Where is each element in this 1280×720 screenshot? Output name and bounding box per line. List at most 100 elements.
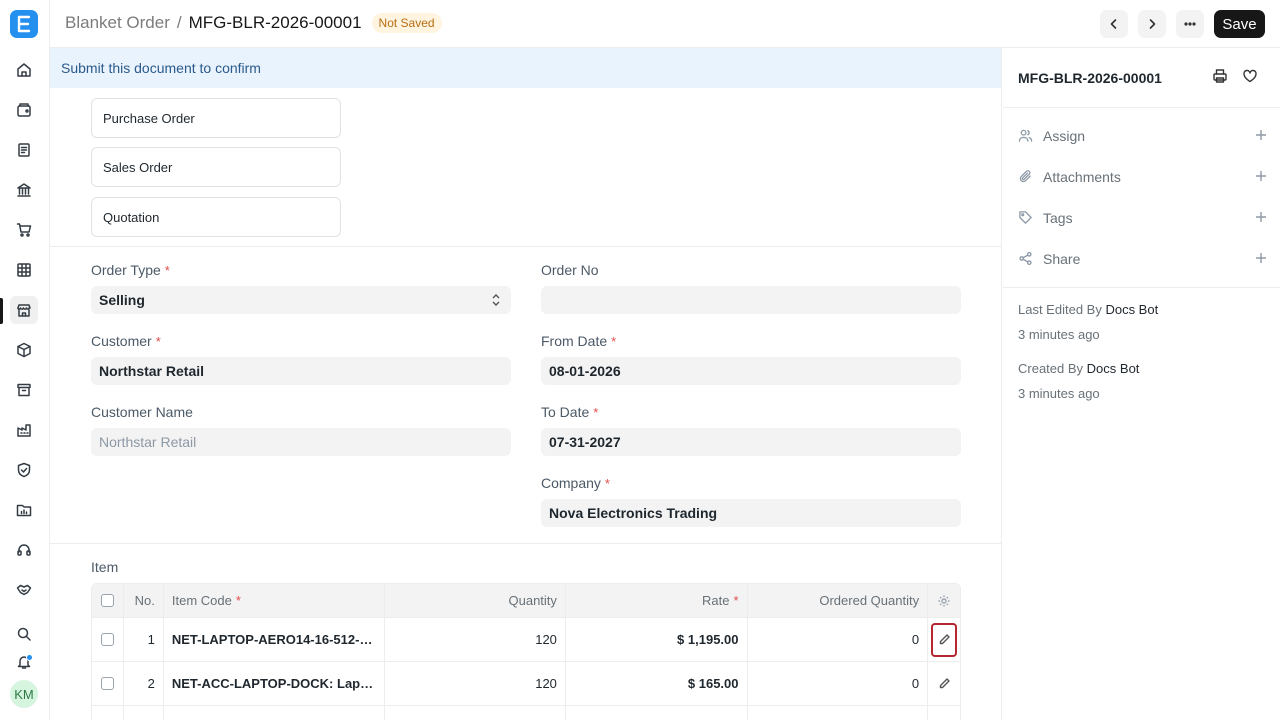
link-card-purchase-order[interactable]: Purchase Order	[91, 98, 341, 138]
from-date-label: From Date *	[541, 333, 617, 349]
ordered-quantity-cell: 0	[748, 618, 929, 661]
order-no-input[interactable]	[541, 286, 961, 314]
column-header-ordered-quantity: Ordered Quantity	[748, 584, 929, 617]
factory-icon[interactable]	[10, 416, 38, 444]
package-icon[interactable]	[10, 336, 38, 364]
sidebar-divider	[1003, 107, 1280, 108]
archive-icon[interactable]	[10, 376, 38, 404]
edit-row-button[interactable]	[928, 662, 960, 705]
notification-dot	[26, 654, 33, 661]
sidebar-item-share[interactable]: Share	[1018, 247, 1268, 271]
breadcrumb-parent[interactable]: Blanket Order	[65, 13, 170, 33]
rate-cell[interactable]: $ 1,195.00	[566, 618, 748, 661]
home-icon[interactable]	[10, 56, 38, 84]
row-number	[124, 706, 164, 720]
share-icon	[1018, 251, 1034, 267]
cart-icon[interactable]	[10, 216, 38, 244]
quantity-cell[interactable]: 120	[385, 662, 566, 705]
headset-icon[interactable]	[10, 536, 38, 564]
row-edit-cell	[928, 618, 960, 661]
save-button[interactable]: Save	[1214, 10, 1265, 38]
sidebar-item-assign[interactable]: Assign	[1018, 124, 1268, 148]
row-select-cell	[92, 706, 124, 720]
to-date-input[interactable]: 07-31-2027	[541, 428, 961, 456]
row-select-cell	[92, 618, 124, 661]
link-card-quotation[interactable]: Quotation	[91, 197, 341, 237]
app-sidebar: KM	[0, 0, 50, 720]
select-all-checkbox[interactable]	[100, 594, 114, 607]
print-icon[interactable]	[1212, 68, 1230, 86]
to-date-label: To Date *	[541, 404, 599, 420]
bell-icon[interactable]	[10, 648, 38, 676]
rate-cell	[566, 706, 748, 720]
row-checkbox[interactable]	[100, 633, 114, 646]
column-header-item-code: Item Code *	[164, 584, 386, 617]
customer-name-label: Customer Name	[91, 404, 193, 420]
row-number: 1	[124, 618, 164, 661]
wallet-icon[interactable]	[10, 96, 38, 124]
table-icon[interactable]	[10, 256, 38, 284]
quantity-cell[interactable]: 120	[385, 618, 566, 661]
plus-icon[interactable]	[1254, 169, 1268, 183]
created-time: 3 minutes ago	[1018, 386, 1100, 401]
items-section-title: Item	[91, 559, 119, 575]
previous-button[interactable]	[1100, 10, 1128, 38]
sidebar-item-label: Tags	[1043, 210, 1073, 226]
item-code-cell[interactable]: NET-LAPTOP-AERO14-16-512-…	[164, 618, 386, 661]
folder-chart-icon[interactable]	[10, 496, 38, 524]
page-title: MFG-BLR-2026-00001	[188, 13, 362, 32]
last-edited-user[interactable]: Docs Bot	[1105, 302, 1158, 317]
next-button[interactable]	[1138, 10, 1166, 38]
more-button[interactable]	[1176, 10, 1204, 38]
row-edit-cell	[928, 706, 960, 720]
customer-input[interactable]: Northstar Retail	[91, 357, 511, 385]
handshake-icon[interactable]	[10, 576, 38, 604]
column-header-rate: Rate *	[566, 584, 748, 617]
document-sidebar: MFG-BLR-2026-00001 Assign Attachments Ta…	[1003, 48, 1280, 720]
row-select-cell	[92, 662, 124, 705]
plus-icon[interactable]	[1254, 251, 1268, 265]
avatar[interactable]: KM	[10, 680, 38, 708]
edit-row-button[interactable]	[931, 622, 958, 657]
tag-icon	[1018, 210, 1034, 226]
sidebar-item-attachments[interactable]: Attachments	[1018, 165, 1268, 189]
document-icon[interactable]	[10, 136, 38, 164]
created-info: Created By Docs Bot	[1018, 361, 1140, 376]
customer-label: Customer *	[91, 333, 161, 349]
breadcrumb-separator: /	[176, 13, 182, 32]
created-user[interactable]: Docs Bot	[1087, 361, 1140, 376]
row-checkbox[interactable]	[100, 677, 114, 690]
rate-cell[interactable]: $ 165.00	[566, 662, 748, 705]
last-edited-info: Last Edited By Docs Bot	[1018, 302, 1159, 317]
plus-icon[interactable]	[1254, 128, 1268, 142]
company-input[interactable]: Nova Electronics Trading	[541, 499, 961, 527]
row-number: 2	[124, 662, 164, 705]
app-logo[interactable]	[10, 10, 38, 38]
sidebar-item-tags[interactable]: Tags	[1018, 206, 1268, 230]
customer-name-field: Northstar Retail	[91, 428, 511, 456]
table-row[interactable]: 1 NET-LAPTOP-AERO14-16-512-… 120 $ 1,195…	[92, 618, 960, 662]
store-icon[interactable]	[10, 296, 38, 324]
active-indicator	[0, 298, 3, 324]
paperclip-icon	[1018, 169, 1034, 185]
ordered-quantity-cell: 0	[748, 662, 929, 705]
section-divider	[50, 246, 1001, 247]
sidebar-doc-name: MFG-BLR-2026-00001	[1018, 70, 1162, 86]
shield-icon[interactable]	[10, 456, 38, 484]
column-header-no: No.	[124, 584, 164, 617]
pencil-icon	[939, 678, 950, 689]
plus-icon[interactable]	[1254, 210, 1268, 224]
ordered-quantity-cell	[748, 706, 929, 720]
order-type-select[interactable]: Selling	[91, 286, 511, 314]
from-date-input[interactable]: 08-01-2026	[541, 357, 961, 385]
chevron-right-icon	[1149, 19, 1156, 29]
column-settings-icon[interactable]	[928, 584, 960, 617]
table-row[interactable]: 2 NET-ACC-LAPTOP-DOCK: Lap… 120 $ 165.00…	[92, 662, 960, 706]
pencil-icon	[939, 634, 950, 645]
table-row-partial[interactable]	[92, 706, 960, 720]
search-icon[interactable]	[10, 620, 38, 648]
heart-icon[interactable]	[1242, 68, 1260, 86]
link-card-sales-order[interactable]: Sales Order	[91, 147, 341, 187]
bank-icon[interactable]	[10, 176, 38, 204]
item-code-cell[interactable]: NET-ACC-LAPTOP-DOCK: Lap…	[164, 662, 386, 705]
